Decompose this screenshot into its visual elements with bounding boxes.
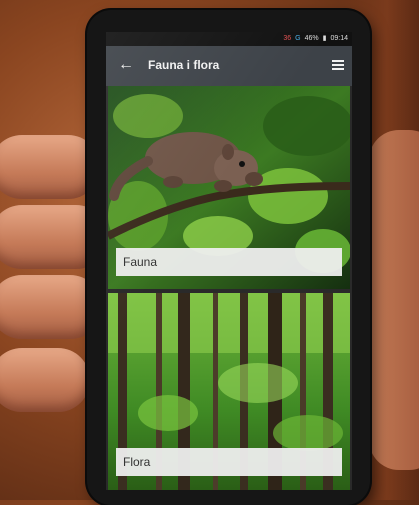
status-bar: 36 G 46% ▮ 09:14: [106, 32, 352, 46]
category-card-flora[interactable]: Flora: [108, 293, 350, 490]
card-label-fauna: Fauna: [116, 248, 342, 276]
finger: [0, 348, 90, 412]
arrow-left-icon[interactable]: ←: [116, 55, 136, 75]
battery-icon: ▮: [322, 35, 327, 42]
menu-icon[interactable]: [332, 60, 344, 70]
clock: 09:14: [330, 35, 348, 42]
network-indicator-blue: G: [295, 35, 301, 42]
phone-screen: 36 G 46% ▮ 09:14 ← Fauna i flora Fauna F…: [106, 32, 352, 490]
battery-text: 46%: [304, 35, 319, 42]
palm: [369, 130, 419, 470]
app-bar: ← Fauna i flora: [106, 46, 352, 86]
card-label-flora: Flora: [116, 448, 342, 476]
page-title: Fauna i flora: [148, 58, 220, 72]
category-card-fauna[interactable]: Fauna: [108, 86, 350, 289]
network-indicator-red: 36: [283, 35, 292, 42]
finger: [0, 135, 100, 199]
